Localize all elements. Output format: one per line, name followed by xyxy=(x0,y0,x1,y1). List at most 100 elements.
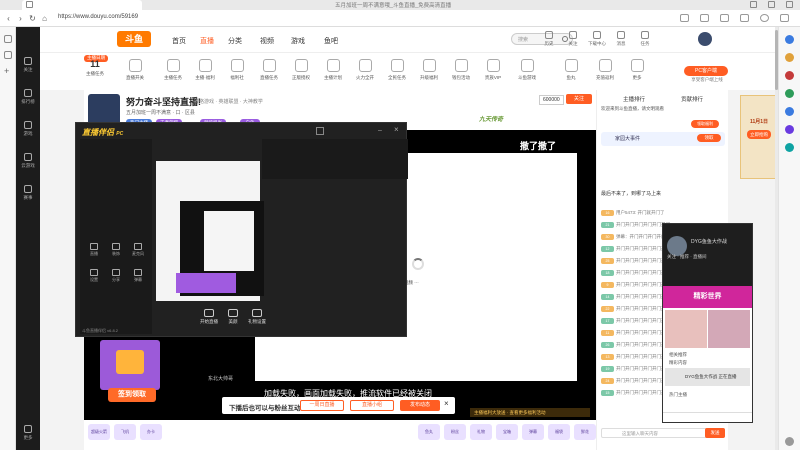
family-claim-button[interactable]: 领取 xyxy=(697,134,721,142)
download-button[interactable]: 下载中心 xyxy=(585,31,609,47)
nav-item-esports[interactable]: 赛事 xyxy=(16,185,40,201)
gift-item[interactable]: 礼物 xyxy=(470,424,492,440)
gift-item[interactable]: 鱼丸 xyxy=(418,424,440,440)
menu-video[interactable]: 视频 xyxy=(260,36,274,46)
follow-button[interactable]: 关注 xyxy=(561,31,585,47)
refresh-icon[interactable]: ↻ xyxy=(28,14,37,23)
cat-item-10[interactable]: 升级福利 xyxy=(414,59,444,81)
maximize-icon[interactable] xyxy=(768,1,775,8)
cat-item-4[interactable]: 福利社 xyxy=(222,59,252,81)
nav-item-follow[interactable]: 关注 xyxy=(16,57,40,73)
outlook-icon[interactable] xyxy=(785,125,794,134)
mobile-preview-popup[interactable]: DYG鱼鱼大作战 关注 · 推荐 · 直播间 精彩世界 相关推荐 精彩内容 DY… xyxy=(662,223,753,423)
ad-buy-button[interactable]: 立即抢购 xyxy=(747,130,771,139)
menu-category[interactable]: 分类 xyxy=(228,36,242,46)
rec-tool-decor[interactable]: 装饰 xyxy=(106,243,126,257)
ticker-banner[interactable]: 主播福利大放送 · 查看更多福利活动 xyxy=(470,408,590,417)
cat-item-15[interactable]: 充值返利 xyxy=(590,59,620,81)
mobile-thumbnail[interactable] xyxy=(665,310,707,348)
gift-item[interactable]: 弹幕 xyxy=(522,424,544,440)
forward-icon[interactable]: › xyxy=(16,14,25,23)
rec-tool-danmu[interactable]: 弹幕 xyxy=(128,269,148,283)
rec-tool-settings[interactable]: 设置 xyxy=(84,269,104,283)
cat-item-11[interactable]: 钱包活动 xyxy=(446,59,476,81)
close-icon[interactable]: × xyxy=(444,399,449,408)
mobile-thumbnail[interactable] xyxy=(708,310,750,348)
rec-start-live-button[interactable]: 开始直播 xyxy=(198,309,220,325)
more-icon[interactable] xyxy=(780,14,789,22)
cat-item-1[interactable]: 直播开关 xyxy=(120,59,150,81)
menu-live[interactable]: 直播 xyxy=(200,36,214,46)
sidebar-tabs-icon[interactable] xyxy=(4,35,12,43)
menu-fishbar[interactable]: 鱼吧 xyxy=(324,36,338,46)
menu-game[interactable]: 游戏 xyxy=(291,36,305,46)
welfare-button[interactable]: 领取福利 xyxy=(691,120,719,128)
cat-item-3[interactable]: 主播·福利 xyxy=(190,59,220,81)
message-button[interactable]: 消息 xyxy=(609,31,633,47)
tab-anchor-rank[interactable]: 主播排行 xyxy=(623,95,645,103)
group-button[interactable]: 直播小组 xyxy=(350,400,394,411)
settings-icon[interactable] xyxy=(785,437,794,446)
gift-item[interactable]: 福袋 xyxy=(548,424,570,440)
pc-client-button[interactable]: PC客户端 xyxy=(684,66,728,76)
history-button[interactable]: 历史 xyxy=(537,31,561,47)
cat-item-12[interactable]: 贵族VIP xyxy=(478,59,508,81)
gift-item[interactable]: 飞机 xyxy=(114,424,136,440)
rec-beauty-button[interactable]: 美颜 xyxy=(222,309,244,325)
cat-item-13[interactable]: 斗鱼游戏 xyxy=(512,59,542,81)
sidebar-add-icon[interactable]: + xyxy=(4,67,12,76)
sign-in-button[interactable]: 签到领取 xyxy=(108,388,156,402)
close-icon[interactable]: × xyxy=(394,125,399,134)
rec-tool-live[interactable]: 直播 xyxy=(84,243,104,257)
send-button[interactable]: 发送 xyxy=(705,428,725,438)
nav-item-game[interactable]: 游戏 xyxy=(16,121,40,137)
cat-item-8[interactable]: 火力全开 xyxy=(350,59,380,81)
gift-item[interactable]: 超级火箭 xyxy=(88,424,110,440)
search-icon[interactable] xyxy=(785,35,794,44)
extension-icon[interactable] xyxy=(680,14,689,22)
cat-item-6[interactable]: 正版授权 xyxy=(286,59,316,81)
star-icon[interactable] xyxy=(700,14,709,22)
gift-item[interactable]: 宝箱 xyxy=(496,424,518,440)
cat-item-16[interactable]: 更多 xyxy=(622,59,652,81)
favorites-icon[interactable] xyxy=(720,14,729,22)
tab-contrib-rank[interactable]: 贡献排行 xyxy=(681,95,703,103)
nav-item-rank[interactable]: 排行榜 xyxy=(16,89,40,105)
home-icon[interactable]: ⌂ xyxy=(40,14,49,23)
cat-item-7[interactable]: 主播计划 xyxy=(318,59,348,81)
mobile-banner[interactable]: 精彩世界 xyxy=(663,286,752,308)
rec-tool-share[interactable]: 分享 xyxy=(106,269,126,283)
menu-home[interactable]: 首页 xyxy=(172,36,186,46)
collections-icon[interactable] xyxy=(740,14,749,22)
close-icon[interactable] xyxy=(786,1,793,8)
anchor-name[interactable]: 五月加班一周不满意 · 口 · 区县 xyxy=(126,109,195,116)
avatar[interactable] xyxy=(698,32,712,46)
cat-item-0[interactable]: 11 主播任务 xyxy=(80,59,110,77)
task-button[interactable]: 任务 xyxy=(633,31,657,47)
gift-item[interactable]: 办卡 xyxy=(140,424,162,440)
cat-item-2[interactable]: 主播任务 xyxy=(158,59,188,81)
schedule-button[interactable]: 一周日直播 xyxy=(300,400,344,411)
site-logo[interactable]: 斗鱼 xyxy=(117,31,151,47)
gift-item[interactable]: 鲜花 xyxy=(574,424,596,440)
nav-item-more[interactable]: 更多 xyxy=(16,425,40,441)
games-icon[interactable] xyxy=(785,89,794,98)
settings-icon[interactable] xyxy=(316,127,324,135)
sidebar-copy-icon[interactable] xyxy=(4,51,12,59)
minimize-icon[interactable]: – xyxy=(378,127,382,134)
shopping-icon[interactable] xyxy=(785,53,794,62)
follow-button[interactable]: 关注 xyxy=(566,94,592,104)
room-category[interactable]: 网络游戏 · 英雄联盟 · 大神教学 xyxy=(194,98,263,105)
minimize-icon[interactable] xyxy=(750,1,757,8)
cat-item-9[interactable]: 全民任务 xyxy=(382,59,412,81)
cat-item-14[interactable]: 鱼丸 xyxy=(556,59,586,81)
gift-item[interactable]: 粉丝 xyxy=(444,424,466,440)
mobile-live-card[interactable]: DYG鱼鱼大作战 正在直播 xyxy=(665,368,750,386)
sign-in-banner[interactable]: 签到领取 xyxy=(100,340,160,410)
cat-item-5[interactable]: 直播任务 xyxy=(254,59,284,81)
rec-gift-settings-button[interactable]: 礼物设置 xyxy=(246,309,268,325)
rec-tool-mic[interactable]: 麦克风 xyxy=(128,243,148,257)
mobile-actions[interactable]: 关注 · 推荐 · 直播间 xyxy=(667,254,707,260)
side-ad-banner[interactable]: 11月1日 立即抢购 xyxy=(740,95,776,179)
back-icon[interactable]: ‹ xyxy=(4,14,13,23)
